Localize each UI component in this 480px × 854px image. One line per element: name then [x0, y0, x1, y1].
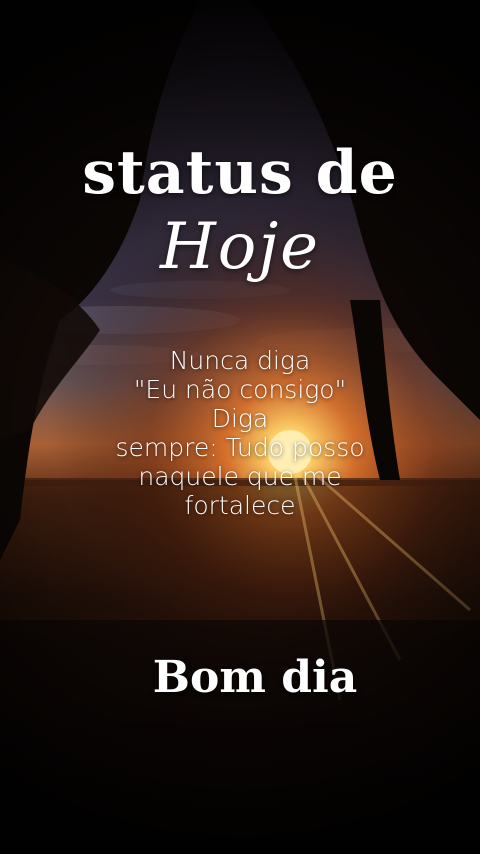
title-hoje: Hoje: [159, 210, 321, 284]
quote-line: sempre: Tudo posso: [115, 433, 365, 462]
quote-line: naquele que me: [138, 462, 342, 491]
greeting-bom-dia: Bom dia: [152, 652, 358, 703]
title-status: status de: [82, 138, 398, 208]
quote-line: Nunca diga: [169, 346, 311, 375]
quote-line: "Eu não consigo": [133, 375, 347, 404]
quote-text: Nunca diga "Eu não consigo" Diga sempre:…: [60, 346, 420, 520]
quote-line: Diga: [211, 404, 269, 433]
quote-line: fortalece: [184, 491, 296, 520]
